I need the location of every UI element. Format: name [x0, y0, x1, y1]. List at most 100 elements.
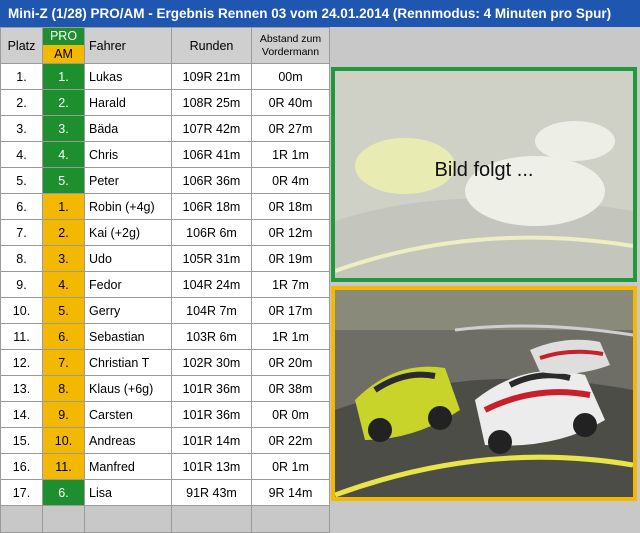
cell-class-rank: 9.: [42, 401, 85, 428]
cell-driver: Sebastian: [84, 323, 172, 350]
cell-gap: 0R 18m: [251, 193, 330, 220]
cell-driver: Lukas: [84, 63, 172, 90]
cell-class-rank: 4.: [42, 141, 85, 168]
cell-laps: 108R 25m: [171, 89, 252, 116]
table-row: 15. 10. Andreas 101R 14m 0R 22m: [0, 427, 330, 454]
cell-laps: 109R 21m: [171, 63, 252, 90]
cell-driver: Harald: [84, 89, 172, 116]
cell-platz: 12.: [0, 349, 43, 376]
cell-driver: Robin (+4g): [84, 193, 172, 220]
cell-class-rank: 8.: [42, 375, 85, 402]
cell-driver: Chris: [84, 141, 172, 168]
cell-platz: 11.: [0, 323, 43, 350]
cell-gap: 0R 27m: [251, 115, 330, 142]
cell-gap: 0R 38m: [251, 375, 330, 402]
cell-gap: 0R 4m: [251, 167, 330, 194]
cell-laps: 91R 43m: [171, 479, 252, 506]
cell-driver: Gerry: [84, 297, 172, 324]
table-row: 1. 1. Lukas 109R 21m 00m: [0, 63, 330, 90]
race-photo: [335, 290, 633, 497]
empty-cell: [84, 505, 172, 533]
empty-cell: [251, 505, 330, 533]
race-photo-frame: [331, 286, 637, 501]
cell-laps: 101R 36m: [171, 375, 252, 402]
table-row: 8. 3. Udo 105R 31m 0R 19m: [0, 245, 330, 272]
cell-class-rank: 1.: [42, 193, 85, 220]
header-class: PRO AM: [42, 27, 85, 64]
cell-platz: 14.: [0, 401, 43, 428]
table-header-row: Platz PRO AM Fahrer Runden Abstand zum V…: [0, 27, 330, 64]
table-row: 11. 6. Sebastian 103R 6m 1R 1m: [0, 323, 330, 350]
empty-cell: [0, 505, 43, 533]
cell-driver: Carsten: [84, 401, 172, 428]
cell-driver: Lisa: [84, 479, 172, 506]
header-pro: PRO: [43, 28, 84, 45]
cell-laps: 104R 24m: [171, 271, 252, 298]
table-row: 9. 4. Fedor 104R 24m 1R 7m: [0, 271, 330, 298]
cell-driver: Manfred: [84, 453, 172, 480]
cell-driver: Kai (+2g): [84, 219, 172, 246]
table-row: 7. 2. Kai (+2g) 106R 6m 0R 12m: [0, 219, 330, 246]
cell-platz: 15.: [0, 427, 43, 454]
cell-gap: 1R 1m: [251, 141, 330, 168]
cell-gap: 0R 20m: [251, 349, 330, 376]
photo-placeholder-text: Bild folgt ...: [434, 159, 534, 181]
cell-laps: 105R 31m: [171, 245, 252, 272]
cell-class-rank: 5.: [42, 167, 85, 194]
cell-laps: 107R 42m: [171, 115, 252, 142]
cell-gap: 0R 0m: [251, 401, 330, 428]
cell-driver: Bäda: [84, 115, 172, 142]
cell-class-rank: 10.: [42, 427, 85, 454]
cell-class-rank: 5.: [42, 297, 85, 324]
cell-laps: 103R 6m: [171, 323, 252, 350]
cell-laps: 101R 14m: [171, 427, 252, 454]
cell-laps: 101R 36m: [171, 401, 252, 428]
header-fahrer: Fahrer: [84, 27, 172, 64]
cell-class-rank: 11.: [42, 453, 85, 480]
cell-class-rank: 4.: [42, 271, 85, 298]
header-abstand: Abstand zum Vordermann: [251, 27, 330, 64]
header-am: AM: [43, 45, 84, 63]
cell-laps: 106R 36m: [171, 167, 252, 194]
cell-driver: Andreas: [84, 427, 172, 454]
table-row: 6. 1. Robin (+4g) 106R 18m 0R 18m: [0, 193, 330, 220]
cell-class-rank: 3.: [42, 115, 85, 142]
table-row: 14. 9. Carsten 101R 36m 0R 0m: [0, 401, 330, 428]
table-row: 5. 5. Peter 106R 36m 0R 4m: [0, 167, 330, 194]
cell-class-rank: 3.: [42, 245, 85, 272]
table-row: 13. 8. Klaus (+6g) 101R 36m 0R 38m: [0, 375, 330, 402]
table-row: 12. 7. Christian T 102R 30m 0R 20m: [0, 349, 330, 376]
cell-driver: Klaus (+6g): [84, 375, 172, 402]
cell-laps: 106R 41m: [171, 141, 252, 168]
table-row: 2. 2. Harald 108R 25m 0R 40m: [0, 89, 330, 116]
cell-gap: 0R 12m: [251, 219, 330, 246]
cell-driver: Peter: [84, 167, 172, 194]
cell-gap: 0R 40m: [251, 89, 330, 116]
cell-platz: 9.: [0, 271, 43, 298]
cell-gap: 1R 1m: [251, 323, 330, 350]
cell-laps: 106R 18m: [171, 193, 252, 220]
table-row: 10. 5. Gerry 104R 7m 0R 17m: [0, 297, 330, 324]
table-row: 4. 4. Chris 106R 41m 1R 1m: [0, 141, 330, 168]
cell-platz: 4.: [0, 141, 43, 168]
empty-cell: [171, 505, 252, 533]
cell-class-rank: 6.: [42, 479, 85, 506]
cell-platz: 13.: [0, 375, 43, 402]
cell-class-rank: 2.: [42, 219, 85, 246]
cell-platz: 3.: [0, 115, 43, 142]
cell-laps: 106R 6m: [171, 219, 252, 246]
photo-placeholder-frame: Bild folgt ...: [331, 67, 637, 282]
race-photo-faded: Bild folgt ...: [335, 71, 633, 278]
race-cars-illustration: [335, 290, 633, 497]
page-title: Mini-Z (1/28) PRO/AM - Ergebnis Rennen 0…: [0, 0, 640, 27]
cell-platz: 7.: [0, 219, 43, 246]
cell-class-rank: 2.: [42, 89, 85, 116]
cell-class-rank: 1.: [42, 63, 85, 90]
cell-class-rank: 6.: [42, 323, 85, 350]
cell-gap: 0R 17m: [251, 297, 330, 324]
cell-platz: 1.: [0, 63, 43, 90]
cell-platz: 5.: [0, 167, 43, 194]
cell-driver: Christian T: [84, 349, 172, 376]
cell-gap: 0R 19m: [251, 245, 330, 272]
header-runden: Runden: [171, 27, 252, 64]
